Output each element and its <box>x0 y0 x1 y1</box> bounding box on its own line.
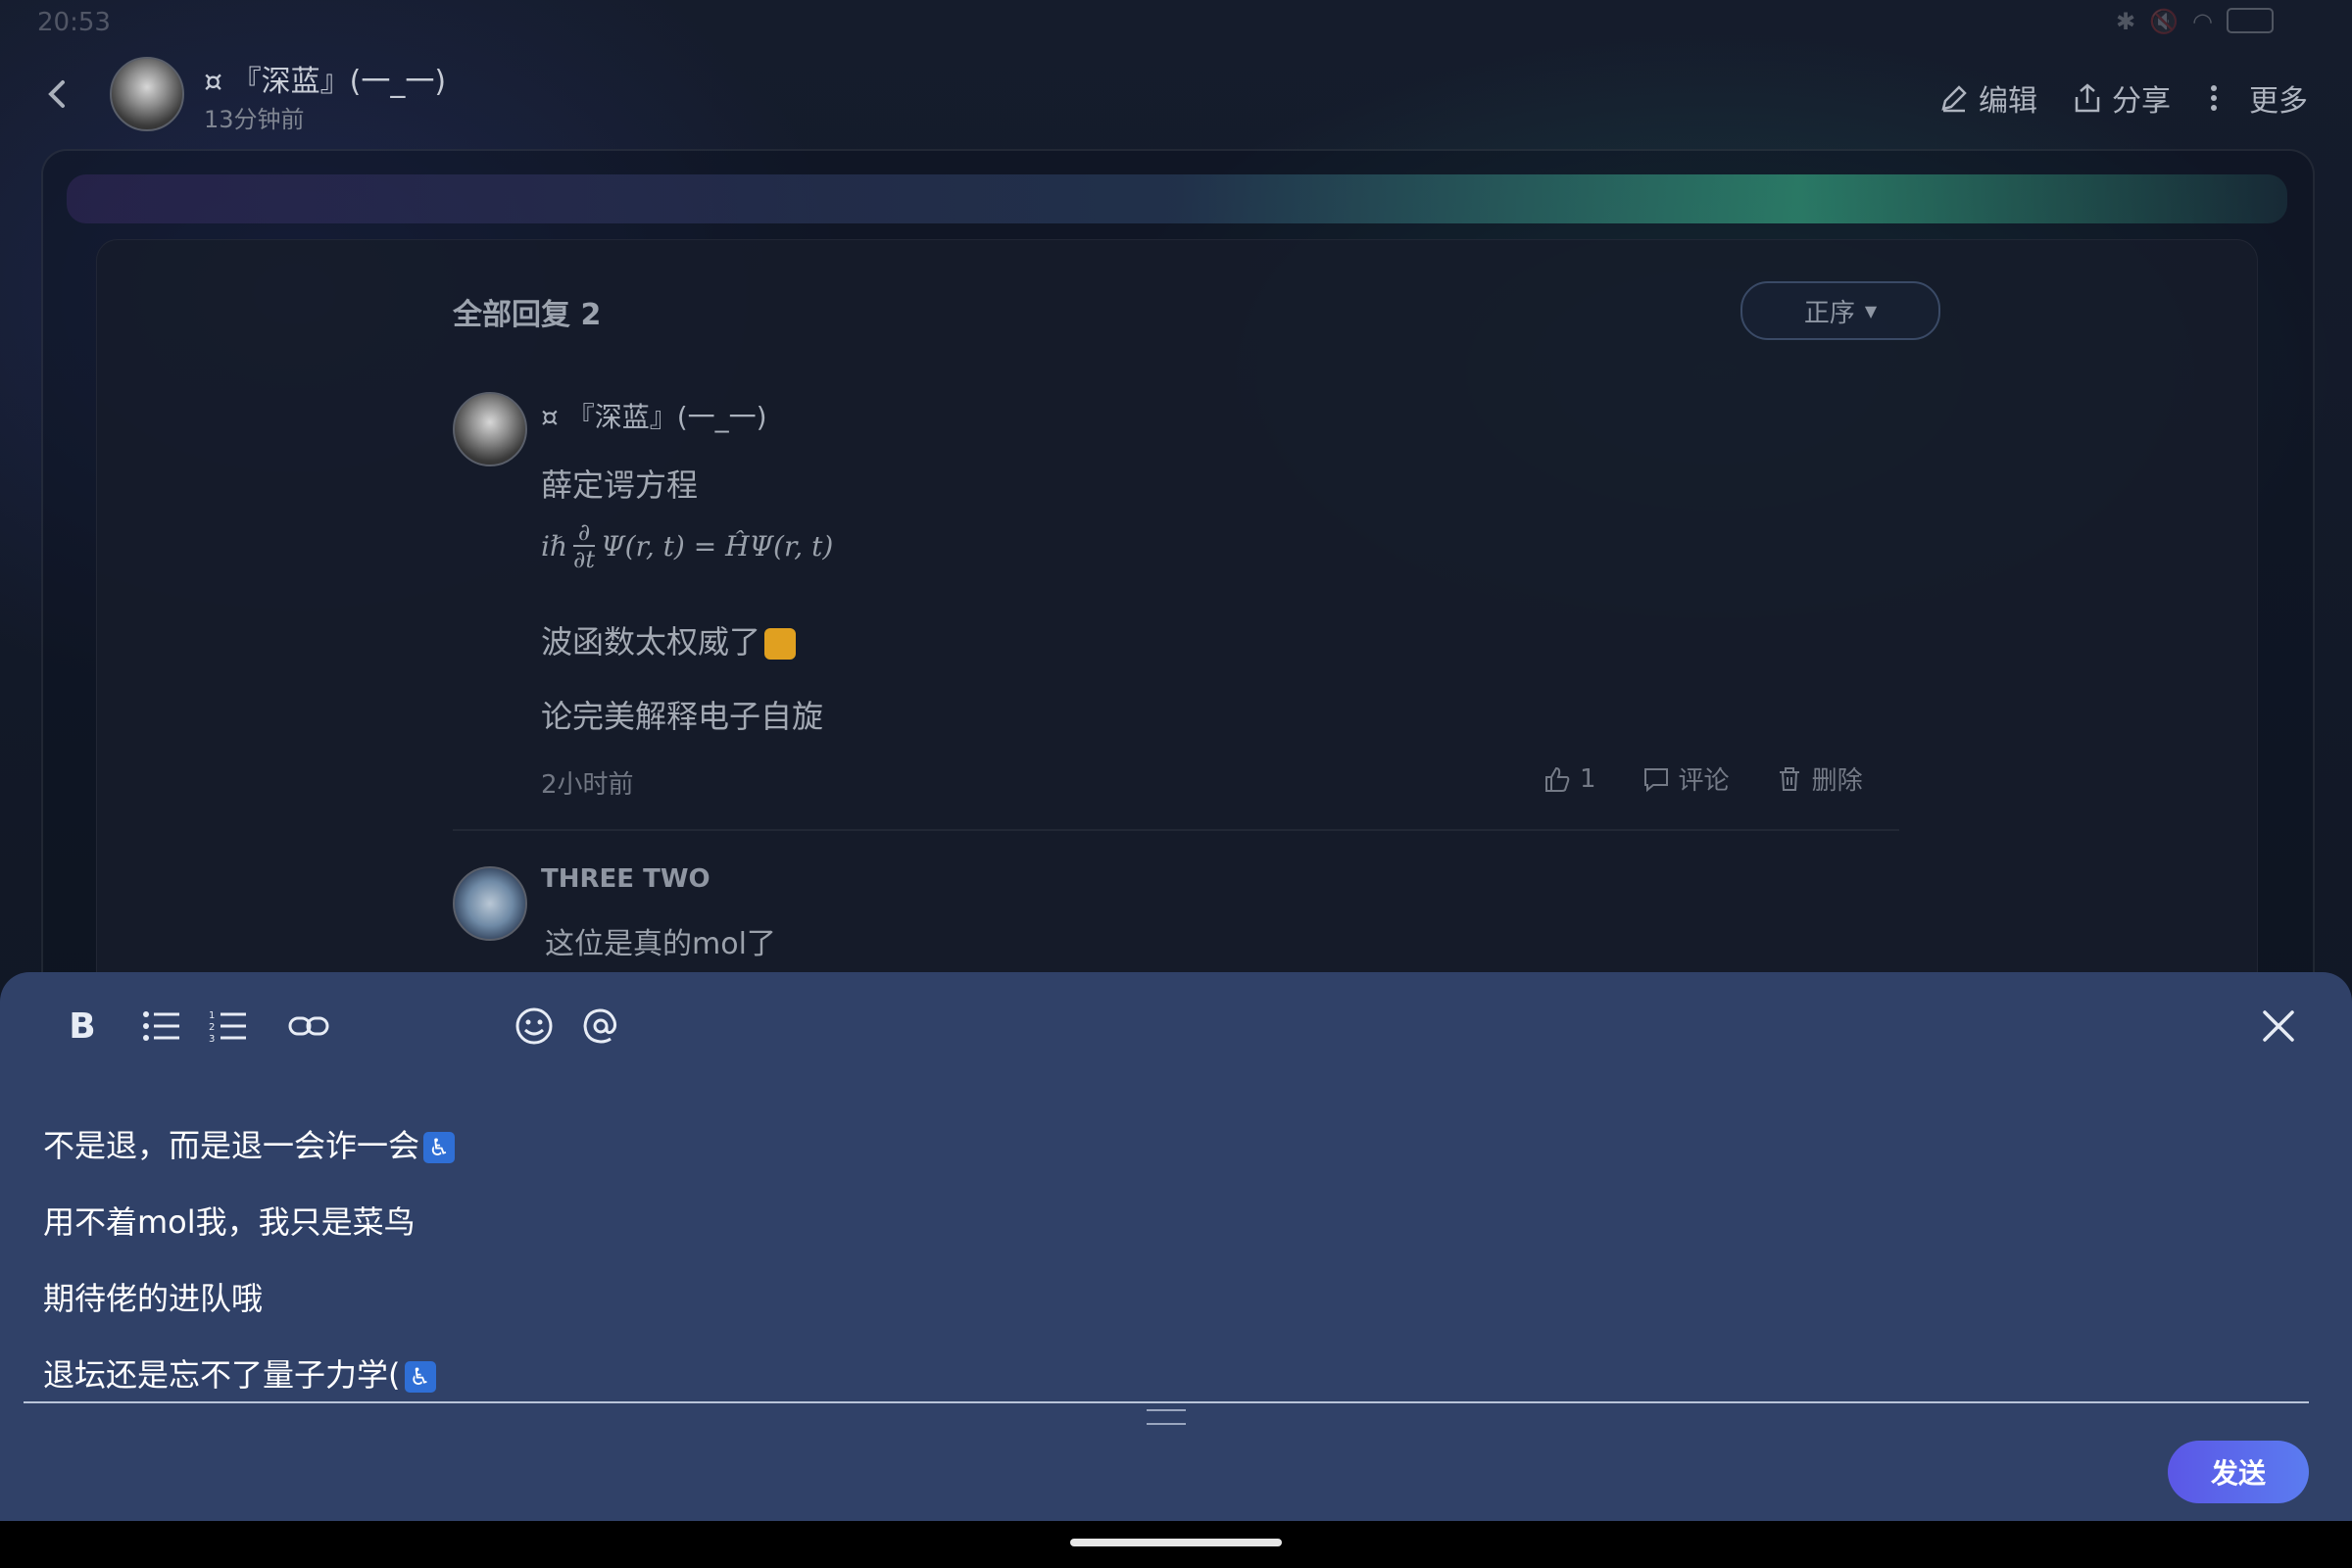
sort-label: 正序 <box>1803 298 1855 328</box>
bold-button[interactable]: B <box>61 1002 104 1051</box>
reply-author[interactable]: ¤ 『深蓝』(一_一) <box>541 396 767 435</box>
author-avatar[interactable] <box>110 57 184 131</box>
emoji-icon <box>515 1007 553 1045</box>
share-label: 分享 <box>2112 84 2171 119</box>
link-icon <box>288 1016 329 1036</box>
more-label: 更多 <box>2249 84 2308 119</box>
battery-icon <box>2227 8 2274 33</box>
thumbs-up-icon <box>1545 766 1570 792</box>
reply-avatar[interactable] <box>453 392 527 466</box>
numbered-list-button[interactable]: 123 <box>204 1002 253 1051</box>
close-button[interactable] <box>2254 1002 2303 1051</box>
status-time: 20:53 <box>37 8 111 37</box>
close-icon <box>2263 1010 2294 1042</box>
sort-dropdown[interactable]: 正序 ▼ <box>1740 281 1940 340</box>
like-count: 1 <box>1580 763 1596 794</box>
post-banner <box>67 174 2287 223</box>
mention-button[interactable] <box>576 1002 625 1051</box>
mute-icon: 🔇 <box>2149 8 2180 35</box>
editor-line-3[interactable]: 期待佬的进队哦 <box>43 1274 263 1319</box>
send-button[interactable]: 发送 <box>2168 1441 2309 1503</box>
bluetooth-icon: ✱ <box>2116 8 2136 35</box>
comment-button[interactable]: 评论 <box>1642 760 1730 797</box>
reply-editor: B 123 不是退，而是退一会诈一会 ♿ 用不着mol我，我只是菜鸟 期待佬的进队… <box>0 972 2352 1521</box>
resize-handle[interactable] <box>1147 1409 1186 1425</box>
emoji-button[interactable] <box>510 1002 559 1051</box>
wifi-icon: ◠ <box>2192 8 2213 35</box>
share-button[interactable]: 分享 <box>2071 76 2171 120</box>
back-button[interactable] <box>39 74 78 114</box>
header-actions: 编辑 分享 更多 <box>1937 76 2308 120</box>
home-indicator[interactable] <box>1070 1539 1282 1546</box>
status-bar: 20:53 ✱ 🔇 ◠ <box>0 0 2352 47</box>
edit-icon <box>1941 85 1967 113</box>
reply-divider <box>453 829 1899 831</box>
wheelchair-emoji-icon: ♿ <box>404 1361 436 1393</box>
editor-line-1[interactable]: 不是退，而是退一会诈一会 ♿ <box>43 1121 456 1166</box>
reply-time: 2小时前 <box>541 770 634 800</box>
trash-icon <box>1779 766 1799 791</box>
reply-actions: 1 评论 删除 <box>1543 760 1863 797</box>
reply-text-2: 这位是真的mol了 <box>545 927 776 961</box>
delete-button[interactable]: 删除 <box>1775 760 1863 797</box>
reply-author-2[interactable]: THREE TWO <box>541 864 710 894</box>
reply-avatar-2[interactable] <box>453 866 527 941</box>
bold-icon: B <box>69 1005 96 1047</box>
reply-line-1: 薛定谔方程 <box>541 466 699 504</box>
editor-line-4[interactable]: 退坛还是忘不了量子力学(♿ <box>43 1350 436 1396</box>
post-time: 13分钟前 <box>204 106 305 133</box>
edit-button[interactable]: 编辑 <box>1937 76 2037 120</box>
more-icon <box>2211 85 2217 111</box>
wheelchair-emoji-icon: ♿ <box>423 1132 456 1163</box>
system-nav-bar <box>0 1521 2352 1568</box>
thumbs-up-emoji-icon <box>764 628 797 660</box>
editor-line-2[interactable]: 用不着mol我，我只是菜鸟 <box>43 1198 416 1243</box>
editor-underline <box>24 1401 2309 1403</box>
formula-fraction: ∂ ∂t <box>573 518 596 574</box>
svg-text:1: 1 <box>209 1010 215 1021</box>
at-icon <box>583 1008 617 1044</box>
edit-label: 编辑 <box>1979 84 2037 119</box>
delete-label: 删除 <box>1811 766 1863 796</box>
caret-down-icon: ▼ <box>1864 301 1878 320</box>
svg-text:3: 3 <box>209 1034 215 1044</box>
author-name[interactable]: ¤ 『深蓝』(一_一) <box>204 57 446 100</box>
formula-prefix: iℏ <box>541 529 567 563</box>
comment-label: 评论 <box>1678 766 1730 796</box>
link-button[interactable] <box>284 1002 333 1051</box>
formula-rest: Ψ(r, t) = ĤΨ(r, t) <box>601 529 834 563</box>
numbered-list-icon: 123 <box>209 1010 246 1044</box>
replies-title: 全部回复 2 <box>453 298 602 332</box>
bullet-list-button[interactable] <box>137 1002 186 1051</box>
share-icon <box>2075 83 2100 113</box>
svg-text:2: 2 <box>209 1022 215 1033</box>
more-button[interactable]: 更多 <box>2204 76 2308 120</box>
back-arrow-icon <box>48 80 65 108</box>
reply-line-2: 波函数太权威了 <box>541 617 797 662</box>
comment-icon <box>1643 767 1668 792</box>
like-button[interactable]: 1 <box>1543 760 1596 797</box>
reply-line-3: 论完美解释电子自旋 <box>541 698 824 735</box>
reply-formula: iℏ ∂ ∂t Ψ(r, t) = ĤΨ(r, t) <box>541 519 833 573</box>
bullet-list-icon <box>143 1011 179 1041</box>
top-bar: ¤ 『深蓝』(一_一) 13分钟前 编辑 分享 更多 <box>0 47 2352 145</box>
